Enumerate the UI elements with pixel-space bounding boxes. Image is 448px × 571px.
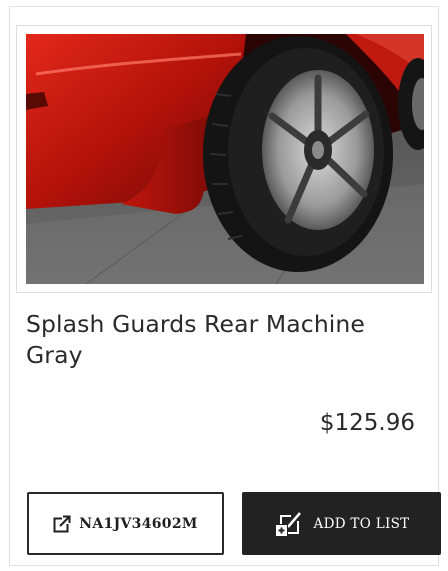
product-photo-illustration <box>26 34 424 284</box>
product-price: $125.96 <box>319 410 415 436</box>
part-number-label: NA1JV34602M <box>79 515 198 532</box>
product-title[interactable]: Splash Guards Rear Machine Gray <box>26 309 426 371</box>
external-link-icon <box>53 514 72 533</box>
product-image <box>26 34 424 284</box>
product-image-frame[interactable] <box>16 25 432 293</box>
add-to-list-label: ADD TO LIST <box>313 515 410 532</box>
add-to-list-button[interactable]: ADD TO LIST <box>242 492 441 555</box>
part-number-button[interactable]: NA1JV34602M <box>27 492 224 555</box>
add-to-list-icon <box>274 509 302 538</box>
